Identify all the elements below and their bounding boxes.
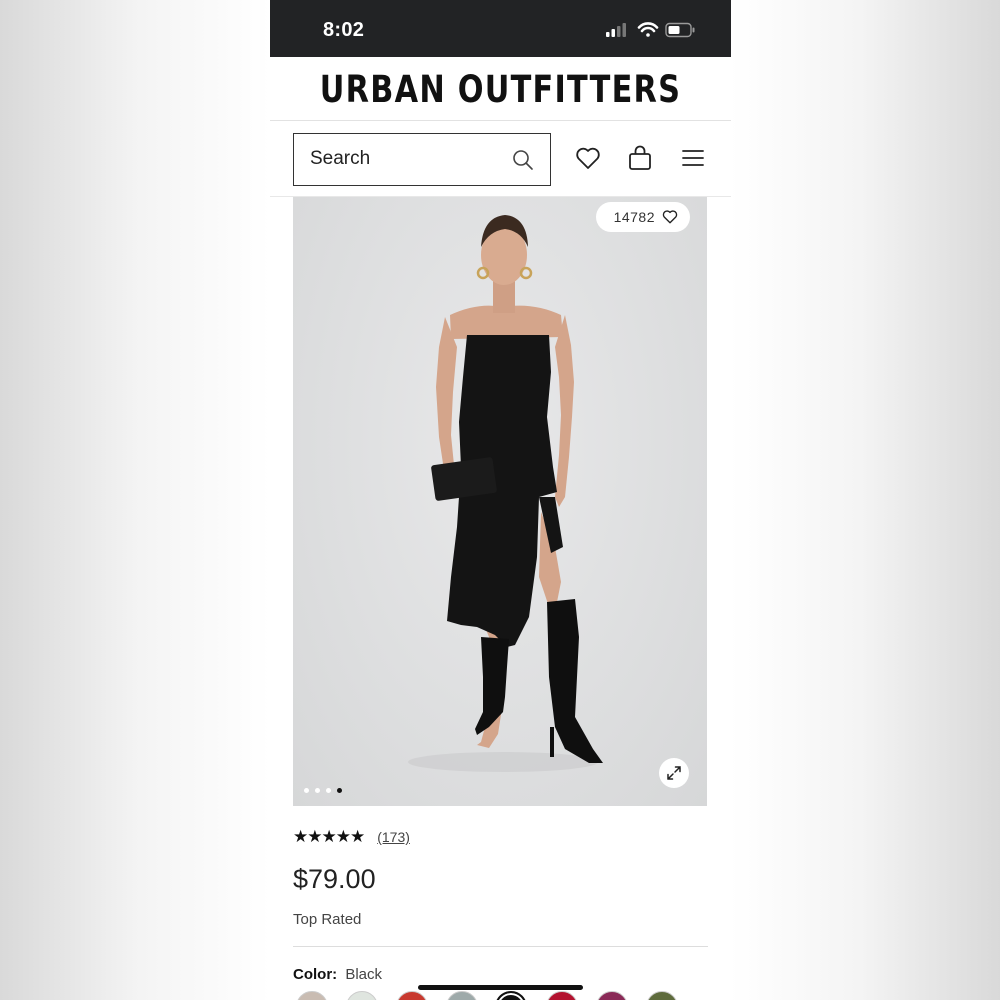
swatch-taupe[interactable]: [296, 991, 328, 1000]
phone-screen: 8:02 URBAN OUTFITTERS Search 14782 ★★★★★…: [270, 0, 731, 1000]
swatch-crimson[interactable]: [546, 991, 578, 1000]
swatch-sage[interactable]: [346, 991, 378, 1000]
status-bar: 8:02: [270, 0, 731, 57]
status-icons: [606, 20, 706, 40]
review-count-link[interactable]: (173): [377, 829, 410, 845]
heart-icon[interactable]: [575, 147, 601, 170]
search-box[interactable]: [293, 133, 551, 186]
likes-count: 14782: [613, 209, 655, 225]
rating-row: ★★★★★ (173): [293, 827, 410, 847]
pagination-dot-active[interactable]: [337, 788, 342, 793]
bag-icon[interactable]: [628, 145, 652, 171]
pagination-dot[interactable]: [304, 788, 309, 793]
color-row: Color: Black: [293, 966, 382, 983]
wifi-icon: [637, 22, 659, 37]
signal-icon: [606, 23, 626, 37]
product-price: $79.00: [293, 864, 376, 894]
image-pagination: [304, 788, 342, 793]
pagination-dot[interactable]: [315, 788, 320, 793]
search-input[interactable]: [310, 148, 490, 170]
swatch-black[interactable]: [495, 991, 527, 1000]
color-value: Black: [345, 966, 383, 983]
color-label: Color:: [293, 966, 338, 983]
swatch-olive[interactable]: [646, 991, 678, 1000]
pagination-dot[interactable]: [326, 788, 331, 793]
swatch-plum[interactable]: [596, 991, 628, 1000]
home-indicator[interactable]: [418, 985, 583, 990]
expand-button[interactable]: [659, 758, 689, 788]
battery-icon: [665, 22, 695, 38]
site-header: URBAN OUTFITTERS: [270, 57, 731, 121]
status-time: 8:02: [323, 19, 365, 41]
brand-logo[interactable]: URBAN OUTFITTERS: [311, 68, 689, 111]
expand-icon: [667, 766, 681, 780]
product-image[interactable]: 14782: [293, 197, 707, 806]
heart-icon: [662, 210, 678, 224]
swatch-grey-blue[interactable]: [446, 991, 478, 1000]
rating-stars: ★★★★★: [293, 827, 365, 846]
search-icon[interactable]: [512, 149, 534, 171]
model-photo: [408, 215, 603, 772]
likes-pill[interactable]: 14782: [595, 202, 690, 232]
swatch-red-print[interactable]: [396, 991, 428, 1000]
menu-icon[interactable]: [682, 149, 704, 167]
top-rated-label: Top Rated: [293, 911, 362, 928]
divider: [293, 946, 708, 947]
search-row: [270, 121, 731, 197]
